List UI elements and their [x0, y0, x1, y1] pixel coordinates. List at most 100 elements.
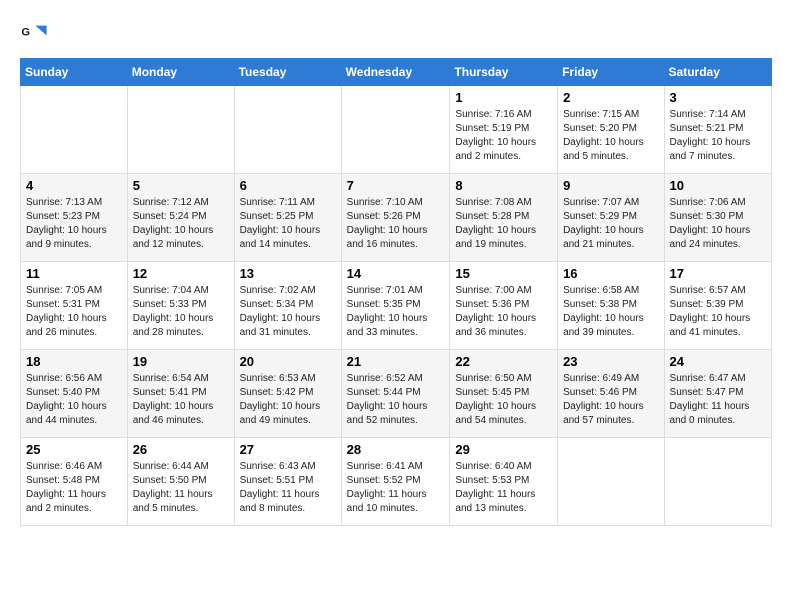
- week-row-3: 11Sunrise: 7:05 AMSunset: 5:31 PMDayligh…: [21, 262, 772, 350]
- day-detail: Sunrise: 6:56 AMSunset: 5:40 PMDaylight:…: [26, 372, 122, 428]
- day-detail: Sunrise: 7:02 AMSunset: 5:34 PMDaylight:…: [240, 284, 336, 340]
- day-number: 2: [563, 90, 658, 105]
- day-number: 18: [26, 354, 122, 369]
- week-row-1: 1 Sunrise: 7:16 AMSunset: 5:19 PMDaylight…: [21, 86, 772, 174]
- day-cell: 1 Sunrise: 7:16 AMSunset: 5:19 PMDaylight…: [450, 86, 558, 174]
- day-cell: 11Sunrise: 7:05 AMSunset: 5:31 PMDayligh…: [21, 262, 128, 350]
- day-cell: [558, 438, 664, 526]
- day-number: 10: [670, 178, 766, 193]
- day-number: 29: [455, 442, 552, 457]
- day-cell: 28 Sunrise: 6:41 AMSunset: 5:52 PMDayligh…: [341, 438, 450, 526]
- day-detail: Sunrise: 7:08 AMSunset: 5:28 PMDaylight:…: [455, 196, 552, 252]
- day-number: 25: [26, 442, 122, 457]
- day-cell: 6 Sunrise: 7:11 AMSunset: 5:25 PMDaylight…: [234, 174, 341, 262]
- day-detail: Sunrise: 7:07 AMSunset: 5:29 PMDaylight:…: [563, 196, 658, 252]
- day-detail: Sunrise: 7:04 AMSunset: 5:33 PMDaylight:…: [133, 284, 229, 340]
- day-detail: Sunrise: 6:50 AMSunset: 5:45 PMDaylight:…: [455, 372, 552, 428]
- day-detail: Sunrise: 6:46 AMSunset: 5:48 PMDaylight:…: [26, 460, 122, 516]
- logo: G: [20, 20, 52, 48]
- day-number: 6: [240, 178, 336, 193]
- day-detail: Sunrise: 6:47 AMSunset: 5:47 PMDaylight:…: [670, 372, 766, 428]
- day-detail: Sunrise: 7:10 AMSunset: 5:26 PMDaylight:…: [347, 196, 445, 252]
- day-cell: 23 Sunrise: 6:49 AMSunset: 5:46 PMDayligh…: [558, 350, 664, 438]
- weekday-header-wednesday: Wednesday: [341, 59, 450, 86]
- day-cell: 16 Sunrise: 6:58 AMSunset: 5:38 PMDayligh…: [558, 262, 664, 350]
- day-number: 9: [563, 178, 658, 193]
- day-cell: 22 Sunrise: 6:50 AMSunset: 5:45 PMDayligh…: [450, 350, 558, 438]
- day-detail: Sunrise: 7:12 AMSunset: 5:24 PMDaylight:…: [133, 196, 229, 252]
- day-cell: 2 Sunrise: 7:15 AMSunset: 5:20 PMDaylight…: [558, 86, 664, 174]
- weekday-header-monday: Monday: [127, 59, 234, 86]
- day-number: 15: [455, 266, 552, 281]
- day-number: 4: [26, 178, 122, 193]
- day-detail: Sunrise: 7:11 AMSunset: 5:25 PMDaylight:…: [240, 196, 336, 252]
- day-cell: [234, 86, 341, 174]
- week-row-4: 18 Sunrise: 6:56 AMSunset: 5:40 PMDayligh…: [21, 350, 772, 438]
- day-number: 5: [133, 178, 229, 193]
- day-detail: Sunrise: 7:06 AMSunset: 5:30 PMDaylight:…: [670, 196, 766, 252]
- day-detail: Sunrise: 7:16 AMSunset: 5:19 PMDaylight:…: [455, 108, 552, 164]
- day-number: 8: [455, 178, 552, 193]
- day-cell: 12 Sunrise: 7:04 AMSunset: 5:33 PMDayligh…: [127, 262, 234, 350]
- day-cell: 18 Sunrise: 6:56 AMSunset: 5:40 PMDayligh…: [21, 350, 128, 438]
- weekday-header-saturday: Saturday: [664, 59, 771, 86]
- day-number: 28: [347, 442, 445, 457]
- day-detail: Sunrise: 6:43 AMSunset: 5:51 PMDaylight:…: [240, 460, 336, 516]
- day-detail: Sunrise: 6:41 AMSunset: 5:52 PMDaylight:…: [347, 460, 445, 516]
- day-cell: 8 Sunrise: 7:08 AMSunset: 5:28 PMDaylight…: [450, 174, 558, 262]
- day-detail: Sunrise: 6:44 AMSunset: 5:50 PMDaylight:…: [133, 460, 229, 516]
- day-detail: Sunrise: 6:52 AMSunset: 5:44 PMDaylight:…: [347, 372, 445, 428]
- weekday-header-friday: Friday: [558, 59, 664, 86]
- day-cell: 24 Sunrise: 6:47 AMSunset: 5:47 PMDayligh…: [664, 350, 771, 438]
- day-cell: 29 Sunrise: 6:40 AMSunset: 5:53 PMDayligh…: [450, 438, 558, 526]
- day-cell: 19 Sunrise: 6:54 AMSunset: 5:41 PMDayligh…: [127, 350, 234, 438]
- day-detail: Sunrise: 6:54 AMSunset: 5:41 PMDaylight:…: [133, 372, 229, 428]
- day-number: 17: [670, 266, 766, 281]
- day-detail: Sunrise: 7:15 AMSunset: 5:20 PMDaylight:…: [563, 108, 658, 164]
- day-number: 21: [347, 354, 445, 369]
- day-number: 19: [133, 354, 229, 369]
- day-number: 12: [133, 266, 229, 281]
- day-cell: 21 Sunrise: 6:52 AMSunset: 5:44 PMDayligh…: [341, 350, 450, 438]
- day-number: 27: [240, 442, 336, 457]
- day-detail: Sunrise: 6:53 AMSunset: 5:42 PMDaylight:…: [240, 372, 336, 428]
- day-cell: 7 Sunrise: 7:10 AMSunset: 5:26 PMDaylight…: [341, 174, 450, 262]
- day-cell: 4 Sunrise: 7:13 AMSunset: 5:23 PMDaylight…: [21, 174, 128, 262]
- day-detail: Sunrise: 6:58 AMSunset: 5:38 PMDaylight:…: [563, 284, 658, 340]
- day-number: 16: [563, 266, 658, 281]
- day-detail: Sunrise: 6:57 AMSunset: 5:39 PMDaylight:…: [670, 284, 766, 340]
- day-number: 23: [563, 354, 658, 369]
- day-cell: 20Sunrise: 6:53 AMSunset: 5:42 PMDayligh…: [234, 350, 341, 438]
- page-header: G: [20, 20, 772, 48]
- day-cell: 25 Sunrise: 6:46 AMSunset: 5:48 PMDayligh…: [21, 438, 128, 526]
- weekday-header-thursday: Thursday: [450, 59, 558, 86]
- day-number: 22: [455, 354, 552, 369]
- day-number: 1: [455, 90, 552, 105]
- day-cell: 17 Sunrise: 6:57 AMSunset: 5:39 PMDayligh…: [664, 262, 771, 350]
- day-detail: Sunrise: 7:13 AMSunset: 5:23 PMDaylight:…: [26, 196, 122, 252]
- day-cell: 26 Sunrise: 6:44 AMSunset: 5:50 PMDayligh…: [127, 438, 234, 526]
- weekday-header-row: SundayMondayTuesdayWednesdayThursdayFrid…: [21, 59, 772, 86]
- day-cell: 13 Sunrise: 7:02 AMSunset: 5:34 PMDayligh…: [234, 262, 341, 350]
- day-number: 26: [133, 442, 229, 457]
- day-cell: 9 Sunrise: 7:07 AMSunset: 5:29 PMDaylight…: [558, 174, 664, 262]
- day-detail: Sunrise: 6:49 AMSunset: 5:46 PMDaylight:…: [563, 372, 658, 428]
- day-cell: 5 Sunrise: 7:12 AMSunset: 5:24 PMDaylight…: [127, 174, 234, 262]
- day-detail: Sunrise: 7:01 AMSunset: 5:35 PMDaylight:…: [347, 284, 445, 340]
- day-number: 3: [670, 90, 766, 105]
- day-detail: Sunrise: 7:05 AMSunset: 5:31 PMDaylight:…: [26, 284, 122, 340]
- logo-icon: G: [20, 20, 48, 48]
- day-cell: [21, 86, 128, 174]
- day-cell: 15Sunrise: 7:00 AMSunset: 5:36 PMDayligh…: [450, 262, 558, 350]
- day-detail: Sunrise: 6:40 AMSunset: 5:53 PMDaylight:…: [455, 460, 552, 516]
- week-row-2: 4 Sunrise: 7:13 AMSunset: 5:23 PMDaylight…: [21, 174, 772, 262]
- day-number: 14: [347, 266, 445, 281]
- weekday-header-sunday: Sunday: [21, 59, 128, 86]
- svg-text:G: G: [21, 26, 30, 38]
- day-number: 7: [347, 178, 445, 193]
- day-cell: 14 Sunrise: 7:01 AMSunset: 5:35 PMDayligh…: [341, 262, 450, 350]
- day-cell: [127, 86, 234, 174]
- day-number: 13: [240, 266, 336, 281]
- day-number: 24: [670, 354, 766, 369]
- day-cell: 3Sunrise: 7:14 AMSunset: 5:21 PMDaylight…: [664, 86, 771, 174]
